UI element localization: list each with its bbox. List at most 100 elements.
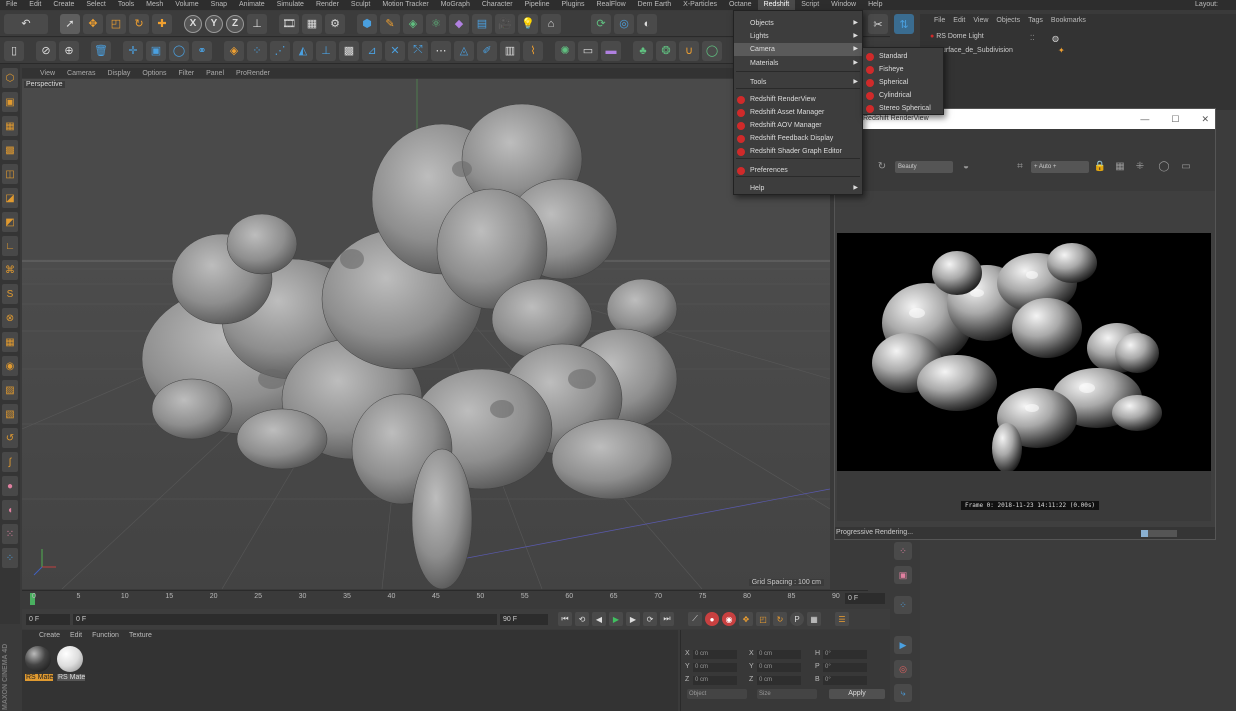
visibility-dots-icon[interactable]: ⁚⁚ <box>1030 34 1034 42</box>
snap-icon[interactable]: ◈ <box>224 40 244 61</box>
make-editable-icon[interactable]: ⬡ <box>2 68 18 88</box>
menu-sculpt[interactable]: Sculpt <box>345 0 376 10</box>
menu-redshift[interactable]: Redshift <box>757 0 796 10</box>
keyframe-tool-icon[interactable]: ⟋ <box>688 612 702 626</box>
sculpt-icon[interactable]: ▥ <box>500 40 520 61</box>
menu-file[interactable]: File <box>0 0 23 10</box>
redshift-menu-item-redshift-renderview[interactable]: Redshift RenderView <box>734 93 862 106</box>
viewport-perspective[interactable]: Perspective Grid Spacing : 100 cm <box>22 79 830 589</box>
close-icon[interactable]: ✕ <box>1201 109 1209 129</box>
end-frame-field[interactable]: 90 F <box>500 613 548 625</box>
menu-simulate[interactable]: Simulate <box>271 0 310 10</box>
coordinate-system-icon[interactable]: ⊥ <box>247 13 267 34</box>
pattern-icon[interactable]: ▧ <box>2 404 18 424</box>
coord-pos-field[interactable]: 0 cm <box>693 663 737 672</box>
maximize-icon[interactable]: ☐ <box>1171 109 1179 129</box>
coord-pos-field[interactable]: 0 cm <box>693 676 737 685</box>
redshift-menu-item-redshift-feedback-display[interactable]: Redshift Feedback Display <box>734 132 862 145</box>
snap-s-icon[interactable]: S <box>2 284 18 304</box>
key-param-icon[interactable]: P <box>790 612 804 626</box>
blue-hook-icon[interactable]: ⤷ <box>894 684 912 702</box>
cube-icon[interactable]: ⬢ <box>357 13 377 34</box>
renderview-menu[interactable]: View <box>835 129 1215 143</box>
redshift-menu-item-objects[interactable]: Objects ▶ <box>734 17 862 30</box>
menu-script[interactable]: Script <box>795 0 825 10</box>
house-icon[interactable]: ⌂ <box>541 13 561 34</box>
tag-pink-box-icon[interactable]: ▣ <box>894 566 912 584</box>
redshift-menu-item-redshift-aov-manager[interactable]: Redshift AOV Manager <box>734 119 862 132</box>
go-to-end-icon[interactable]: ⏭ <box>660 612 674 626</box>
menu-help[interactable]: Help <box>862 0 888 10</box>
camera-option-standard[interactable]: Standard <box>863 50 943 63</box>
bucket-icon[interactable]: ⁜ <box>1133 160 1147 174</box>
new-file-icon[interactable]: ▯ <box>4 40 24 61</box>
model-mode-icon[interactable]: ⊿ <box>362 40 382 61</box>
aov-dropdown[interactable]: Beauty <box>895 161 953 173</box>
model-cube-icon[interactable]: ▣ <box>2 92 18 112</box>
tree-icon[interactable]: ♣ <box>633 40 653 61</box>
edge-cube-icon[interactable]: ◪ <box>2 188 18 208</box>
tag-pink-icon[interactable]: ⁘ <box>894 542 912 560</box>
add-circle-icon[interactable]: ⊕ <box>59 40 79 61</box>
menu-mesh[interactable]: Mesh <box>140 0 169 10</box>
redshift-menu-item-redshift-asset-manager[interactable]: Redshift Asset Manager <box>734 106 862 119</box>
timeline-window-icon[interactable]: ☰ <box>835 612 849 626</box>
go-to-start-icon[interactable]: ⏮ <box>558 612 572 626</box>
no-entry-icon[interactable]: ⊘ <box>36 40 56 61</box>
sphere-icon[interactable]: ◯ <box>169 40 189 61</box>
animation-mode-icon[interactable]: ⤲ <box>408 40 428 61</box>
viewport-menu-prorender[interactable]: ProRender <box>236 70 270 77</box>
menu-mograph[interactable]: MoGraph <box>435 0 476 10</box>
previous-frame-icon[interactable]: ◀ <box>592 612 606 626</box>
camera-option-cylindrical[interactable]: Cylindrical <box>863 89 943 102</box>
key-rotation-icon[interactable]: ↻ <box>773 612 787 626</box>
next-frame-icon[interactable]: ▶ <box>626 612 640 626</box>
circle-options-icon[interactable]: ◯ <box>1157 160 1171 174</box>
refresh-icon[interactable]: ↻ <box>875 160 889 174</box>
camera-option-stereo-spherical[interactable]: Stereo Spherical <box>863 102 943 115</box>
coord-size-field[interactable]: 0 cm <box>757 676 801 685</box>
render-tag-icon[interactable]: ◍ <box>1052 34 1059 43</box>
object-row-dome-light[interactable]: ● RS Dome Light <box>930 33 984 40</box>
phong-tag-icon[interactable]: ✦ <box>1058 46 1065 55</box>
move-icon[interactable]: ✥ <box>83 13 103 34</box>
checker-cube-icon[interactable]: ▩ <box>2 140 18 160</box>
crop-icon[interactable]: ⌗ <box>1013 160 1027 174</box>
texture-mode-icon[interactable]: ▩ <box>339 40 359 61</box>
zoom-dropdown[interactable]: + Auto + <box>1031 161 1089 173</box>
coord-rot-field[interactable]: 0° <box>823 650 867 659</box>
object-menu-file[interactable]: File <box>934 17 945 26</box>
menu-render[interactable]: Render <box>310 0 345 10</box>
render-settings-icon[interactable]: ⚙ <box>325 13 345 34</box>
viewport-menu-panel[interactable]: Panel <box>206 70 224 77</box>
coord-rot-field[interactable]: 0° <box>823 663 867 672</box>
start-frame-field[interactable]: 0 F <box>26 613 70 625</box>
menu-tools[interactable]: Tools <box>112 0 140 10</box>
object-menu-edit[interactable]: Edit <box>953 17 965 26</box>
color-swatch-icon[interactable]: ▭ <box>1179 160 1193 174</box>
z-axis-lock-icon[interactable]: Z <box>226 14 244 33</box>
object-mode-icon[interactable]: ✕ <box>385 40 405 61</box>
frame-range-slider[interactable]: 0 F <box>73 613 497 625</box>
object-menu-bookmarks[interactable]: Bookmarks <box>1051 17 1086 26</box>
coord-mode-dropdown[interactable]: Object <box>687 689 747 699</box>
viewport-menu-options[interactable]: Options <box>142 70 166 77</box>
menu-create[interactable]: Create <box>47 0 80 10</box>
menu-dem-earth[interactable]: Dem Earth <box>632 0 677 10</box>
bake-icon[interactable]: ◉ <box>2 356 18 376</box>
menu-realflow[interactable]: RealFlow <box>590 0 631 10</box>
redshift-menu-item-materials[interactable]: Materials ▶ <box>734 57 862 70</box>
dots-icon[interactable]: ⁙ <box>2 524 18 544</box>
grid-icon[interactable]: ▦ <box>2 332 18 352</box>
viewport-menu-filter[interactable]: Filter <box>179 70 195 77</box>
material-menu-create[interactable]: Create <box>39 632 60 642</box>
floor-icon[interactable]: ▤ <box>472 13 492 34</box>
minimize-icon[interactable]: — <box>1140 109 1149 129</box>
axis-icon[interactable]: ✛ <box>123 40 143 61</box>
scale-icon[interactable]: ◰ <box>106 13 126 34</box>
texture-cube-icon[interactable]: ▦ <box>2 116 18 136</box>
menu-edit[interactable]: Edit <box>23 0 47 10</box>
viewport-menu-view[interactable]: View <box>40 70 55 77</box>
viewport-menu-cameras[interactable]: Cameras <box>67 70 95 77</box>
material-menu-texture[interactable]: Texture <box>129 632 152 642</box>
